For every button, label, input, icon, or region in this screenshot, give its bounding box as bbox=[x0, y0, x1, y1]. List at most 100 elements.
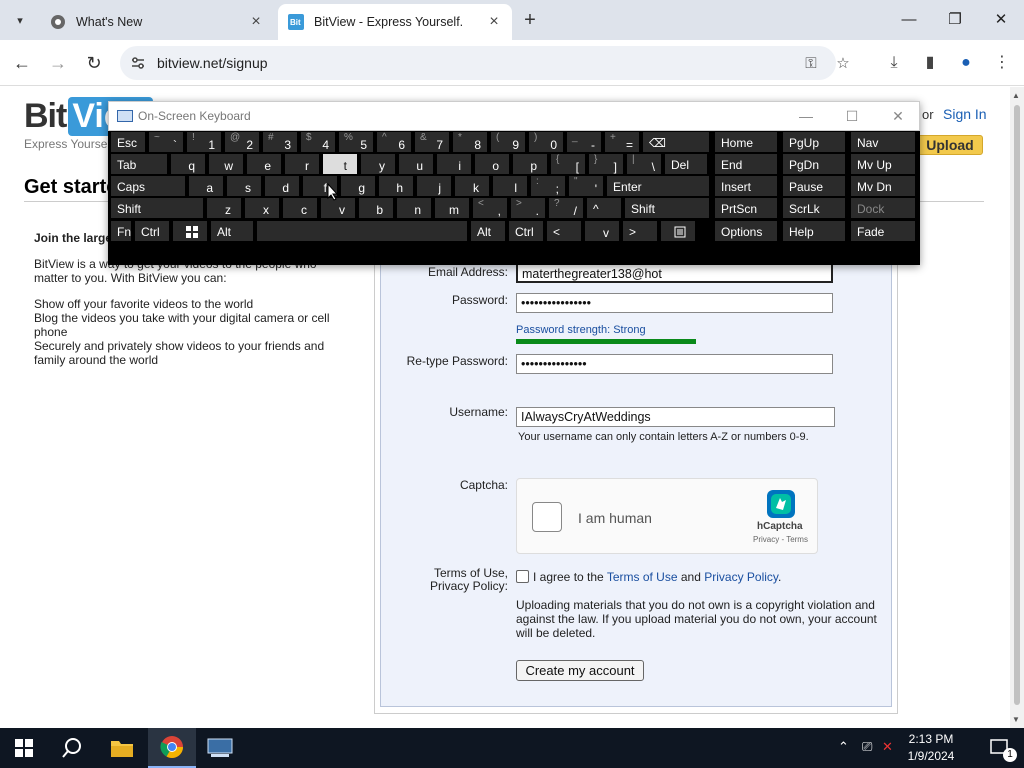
osk-key[interactable]: ? / bbox=[548, 197, 584, 219]
osk-key[interactable]: Alt bbox=[210, 220, 254, 242]
osk-titlebar[interactable]: On-Screen Keyboard — ☐ ✕ bbox=[108, 101, 920, 131]
osk-key[interactable]: h bbox=[378, 175, 414, 197]
osk-key[interactable]: Shift bbox=[624, 197, 710, 219]
scroll-up-icon[interactable]: ▲ bbox=[1012, 91, 1020, 100]
osk-key-windows[interactable] bbox=[172, 220, 208, 242]
osk-key-menu[interactable] bbox=[660, 220, 696, 242]
osk-key[interactable]: #3 bbox=[262, 131, 298, 153]
osk-key[interactable]: ⌫ bbox=[642, 131, 710, 153]
tab-bitview[interactable]: Bit BitView - Express Yourself. × bbox=[278, 4, 512, 40]
osk-nav-key[interactable]: Mv Dn bbox=[850, 175, 916, 197]
retype-password-field[interactable]: ••••••••••••••• bbox=[516, 354, 833, 374]
osk-key[interactable]: & 7 bbox=[414, 131, 450, 153]
osk-nav-key[interactable]: ScrLk bbox=[782, 197, 846, 219]
clock[interactable]: 2:13 PM 1/9/2024 bbox=[896, 731, 966, 765]
osk-key[interactable]: * 8 bbox=[452, 131, 488, 153]
osk-key[interactable]: e bbox=[246, 153, 282, 175]
osk-key[interactable]: u bbox=[398, 153, 434, 175]
osk-key[interactable]: }] bbox=[588, 153, 624, 175]
close-tab-icon[interactable]: × bbox=[248, 13, 264, 31]
osk-key[interactable]: n bbox=[396, 197, 432, 219]
osk-key[interactable]: t bbox=[322, 153, 358, 175]
osk-key[interactable]: l bbox=[492, 175, 528, 197]
osk-nav-key[interactable]: Options bbox=[714, 220, 778, 242]
osk-key[interactable]: | \ bbox=[626, 153, 662, 175]
close-tab-icon[interactable]: × bbox=[486, 13, 502, 31]
osk-nav-key[interactable]: Insert bbox=[714, 175, 778, 197]
key-icon[interactable]: ⚿ bbox=[802, 55, 820, 73]
email-field[interactable]: materthegreater138@hot bbox=[516, 263, 833, 283]
scrollbar-thumb[interactable] bbox=[1014, 105, 1020, 705]
start-button[interactable] bbox=[0, 728, 48, 768]
osk-key[interactable]: Ctrl bbox=[134, 220, 170, 242]
osk-key[interactable]: z bbox=[206, 197, 242, 219]
terms-of-use-link[interactable]: Terms of Use bbox=[607, 570, 678, 584]
show-hidden-icons[interactable]: ⌃ bbox=[838, 739, 849, 755]
osk-key[interactable]: c bbox=[282, 197, 318, 219]
osk-key[interactable]: Del bbox=[664, 153, 708, 175]
scroll-down-icon[interactable]: ▼ bbox=[1012, 715, 1020, 724]
osk-nav-key[interactable]: PrtScn bbox=[714, 197, 778, 219]
osk-nav-key[interactable]: Help bbox=[782, 220, 846, 242]
download-icon[interactable]: ⤓ bbox=[883, 52, 905, 74]
password-field[interactable]: •••••••••••••••• bbox=[516, 293, 833, 313]
osk-maximize-button[interactable]: ☐ bbox=[841, 106, 863, 126]
osk-key[interactable]: " ' bbox=[568, 175, 604, 197]
osk-key[interactable]: ^ bbox=[586, 197, 622, 219]
volume-muted-icon[interactable]: ✕ bbox=[882, 739, 893, 755]
osk-key[interactable]: _ - bbox=[566, 131, 602, 153]
osk-key[interactable]: Caps bbox=[110, 175, 186, 197]
chrome-taskbar-button[interactable] bbox=[148, 728, 196, 768]
back-button[interactable]: ← bbox=[9, 50, 35, 76]
osk-key[interactable]: <, bbox=[472, 197, 508, 219]
osk-key[interactable]: j bbox=[416, 175, 452, 197]
side-panel-icon[interactable]: ▮ bbox=[919, 52, 941, 74]
tab-whats-new[interactable]: What's New × bbox=[40, 4, 274, 40]
osk-key[interactable]: ~ ` bbox=[148, 131, 184, 153]
osk-key[interactable]: % 5 bbox=[338, 131, 374, 153]
osk-key[interactable]: s bbox=[226, 175, 262, 197]
osk-key[interactable]: < bbox=[546, 220, 582, 242]
osk-key[interactable]: Alt bbox=[470, 220, 506, 242]
osk-nav-key[interactable]: Fade bbox=[850, 220, 916, 242]
sign-in-link[interactable]: Sign In bbox=[943, 106, 987, 122]
osk-nav-key[interactable]: Pause bbox=[782, 175, 846, 197]
osk-key[interactable]: ^ 6 bbox=[376, 131, 412, 153]
create-account-button[interactable]: Create my account bbox=[516, 660, 644, 681]
osk-taskbar-button[interactable] bbox=[196, 728, 244, 768]
osk-key[interactable]: q bbox=[170, 153, 206, 175]
tab-search-icon[interactable]: ▾ bbox=[8, 8, 32, 32]
captcha-checkbox[interactable] bbox=[532, 502, 562, 532]
osk-key[interactable]: w bbox=[208, 153, 244, 175]
osk-nav-key[interactable]: Mv Up bbox=[850, 153, 916, 175]
osk-key[interactable]: o bbox=[474, 153, 510, 175]
osk-key[interactable]: :; bbox=[530, 175, 566, 197]
osk-key[interactable]: Enter bbox=[606, 175, 710, 197]
osk-key[interactable]: v bbox=[584, 220, 620, 242]
osk-nav-key[interactable]: Dock bbox=[850, 197, 916, 219]
osk-key[interactable]: @2 bbox=[224, 131, 260, 153]
osk-key[interactable]: ! 1 bbox=[186, 131, 222, 153]
osk-key[interactable]: Fn bbox=[110, 220, 132, 242]
file-explorer-button[interactable] bbox=[98, 728, 146, 768]
osk-key[interactable]: ) 0 bbox=[528, 131, 564, 153]
osk-key[interactable]: a bbox=[188, 175, 224, 197]
osk-key[interactable]: b bbox=[358, 197, 394, 219]
osk-nav-key[interactable]: Home bbox=[714, 131, 778, 153]
profile-icon[interactable]: ● bbox=[955, 52, 977, 74]
osk-key[interactable]: d bbox=[264, 175, 300, 197]
osk-nav-key[interactable]: End bbox=[714, 153, 778, 175]
osk-key[interactable]: k bbox=[454, 175, 490, 197]
osk-minimize-button[interactable]: — bbox=[795, 106, 817, 126]
osk-key[interactable]: i bbox=[436, 153, 472, 175]
page-scrollbar[interactable]: ▲ ▼ bbox=[1010, 87, 1024, 728]
osk-nav-key[interactable]: PgDn bbox=[782, 153, 846, 175]
osk-key[interactable]: (9 bbox=[490, 131, 526, 153]
osk-nav-key[interactable]: Nav bbox=[850, 131, 916, 153]
bookmark-star-icon[interactable]: ☆ bbox=[834, 55, 852, 73]
reload-button[interactable]: ↻ bbox=[81, 50, 107, 76]
forward-button[interactable]: → bbox=[45, 50, 71, 76]
close-window-button[interactable]: ✕ bbox=[986, 6, 1016, 34]
osk-key[interactable]: Ctrl bbox=[508, 220, 544, 242]
network-icon[interactable]: ⎚ bbox=[862, 739, 872, 755]
